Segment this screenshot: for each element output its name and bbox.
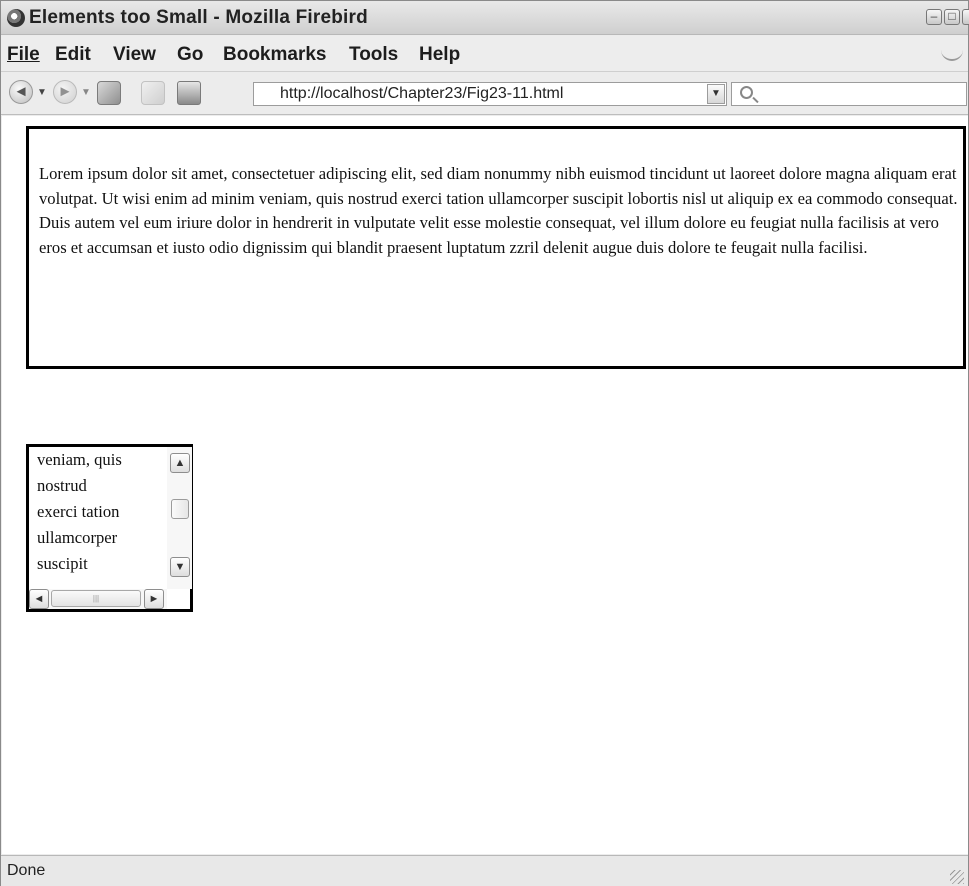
scroll-left-icon[interactable]: ◄ (29, 589, 49, 609)
small-box-line: veniam, quis (37, 450, 122, 469)
status-text: Done (7, 862, 46, 879)
navigation-toolbar: ◄ ▼ ► ▼ http://localhost/Chapter23/Fig23… (1, 73, 968, 115)
page-content: Lorem ipsum dolor sit amet, consectetuer… (2, 116, 968, 854)
search-input[interactable] (731, 82, 967, 106)
lorem-paragraph: Lorem ipsum dolor sit amet, consectetuer… (39, 164, 958, 257)
small-box-line: suscipit (37, 554, 88, 573)
resize-grip-icon[interactable] (950, 870, 964, 884)
scroll-right-icon[interactable]: ► (144, 589, 164, 609)
scroll-down-icon[interactable]: ▼ (170, 557, 190, 577)
maximize-button[interactable]: □ (944, 9, 960, 25)
vertical-scroll-thumb[interactable] (171, 499, 189, 519)
menu-view[interactable]: View (113, 44, 156, 66)
menu-tools[interactable]: Tools (349, 44, 398, 66)
small-box-line: exerci tation (37, 502, 120, 521)
large-text-box: Lorem ipsum dolor sit amet, consectetuer… (26, 126, 966, 369)
scroll-up-icon[interactable]: ▲ (170, 453, 190, 473)
forward-icon[interactable]: ► (53, 80, 77, 104)
small-box-text: veniam, quis nostrud exerci tation ullam… (37, 447, 167, 589)
small-box-line: ullamcorper (37, 528, 118, 547)
vertical-scrollbar[interactable]: ▲ ▼ (167, 447, 192, 589)
menu-file[interactable]: File (7, 44, 40, 66)
horizontal-scrollbar[interactable]: ◄ ||| ► (29, 589, 167, 609)
menu-edit[interactable]: Edit (55, 44, 91, 66)
status-bar: Done (1, 855, 968, 886)
window-title: Elements too Small - Mozilla Firebird (29, 7, 368, 28)
search-icon (740, 86, 753, 99)
url-text: http://localhost/Chapter23/Fig23-11.html (280, 85, 564, 102)
menu-bookmarks[interactable]: Bookmarks (223, 44, 327, 66)
horizontal-scroll-thumb[interactable]: ||| (51, 590, 141, 607)
menu-help[interactable]: Help (419, 44, 460, 66)
small-scroll-box[interactable]: veniam, quis nostrud exerci tation ullam… (26, 444, 193, 612)
back-dropdown-icon[interactable]: ▼ (37, 87, 47, 98)
firebird-logo-icon (7, 9, 25, 27)
menu-bar: File Edit View Go Bookmarks Tools Help (1, 36, 968, 72)
minimize-button[interactable]: – (926, 9, 942, 25)
back-icon[interactable]: ◄ (9, 80, 33, 104)
browser-window: Elements too Small - Mozilla Firebird – … (0, 0, 969, 886)
home-icon[interactable] (177, 81, 201, 105)
small-box-line: nostrud (37, 476, 87, 495)
url-dropdown-icon[interactable]: ▼ (707, 84, 725, 104)
forward-dropdown-icon[interactable]: ▼ (81, 87, 91, 98)
reload-icon[interactable] (97, 81, 121, 105)
title-bar: Elements too Small - Mozilla Firebird – … (1, 1, 969, 35)
close-button[interactable] (962, 9, 969, 25)
menu-go[interactable]: Go (177, 44, 203, 66)
url-input[interactable]: http://localhost/Chapter23/Fig23-11.html (253, 82, 727, 106)
stop-icon[interactable] (141, 81, 165, 105)
